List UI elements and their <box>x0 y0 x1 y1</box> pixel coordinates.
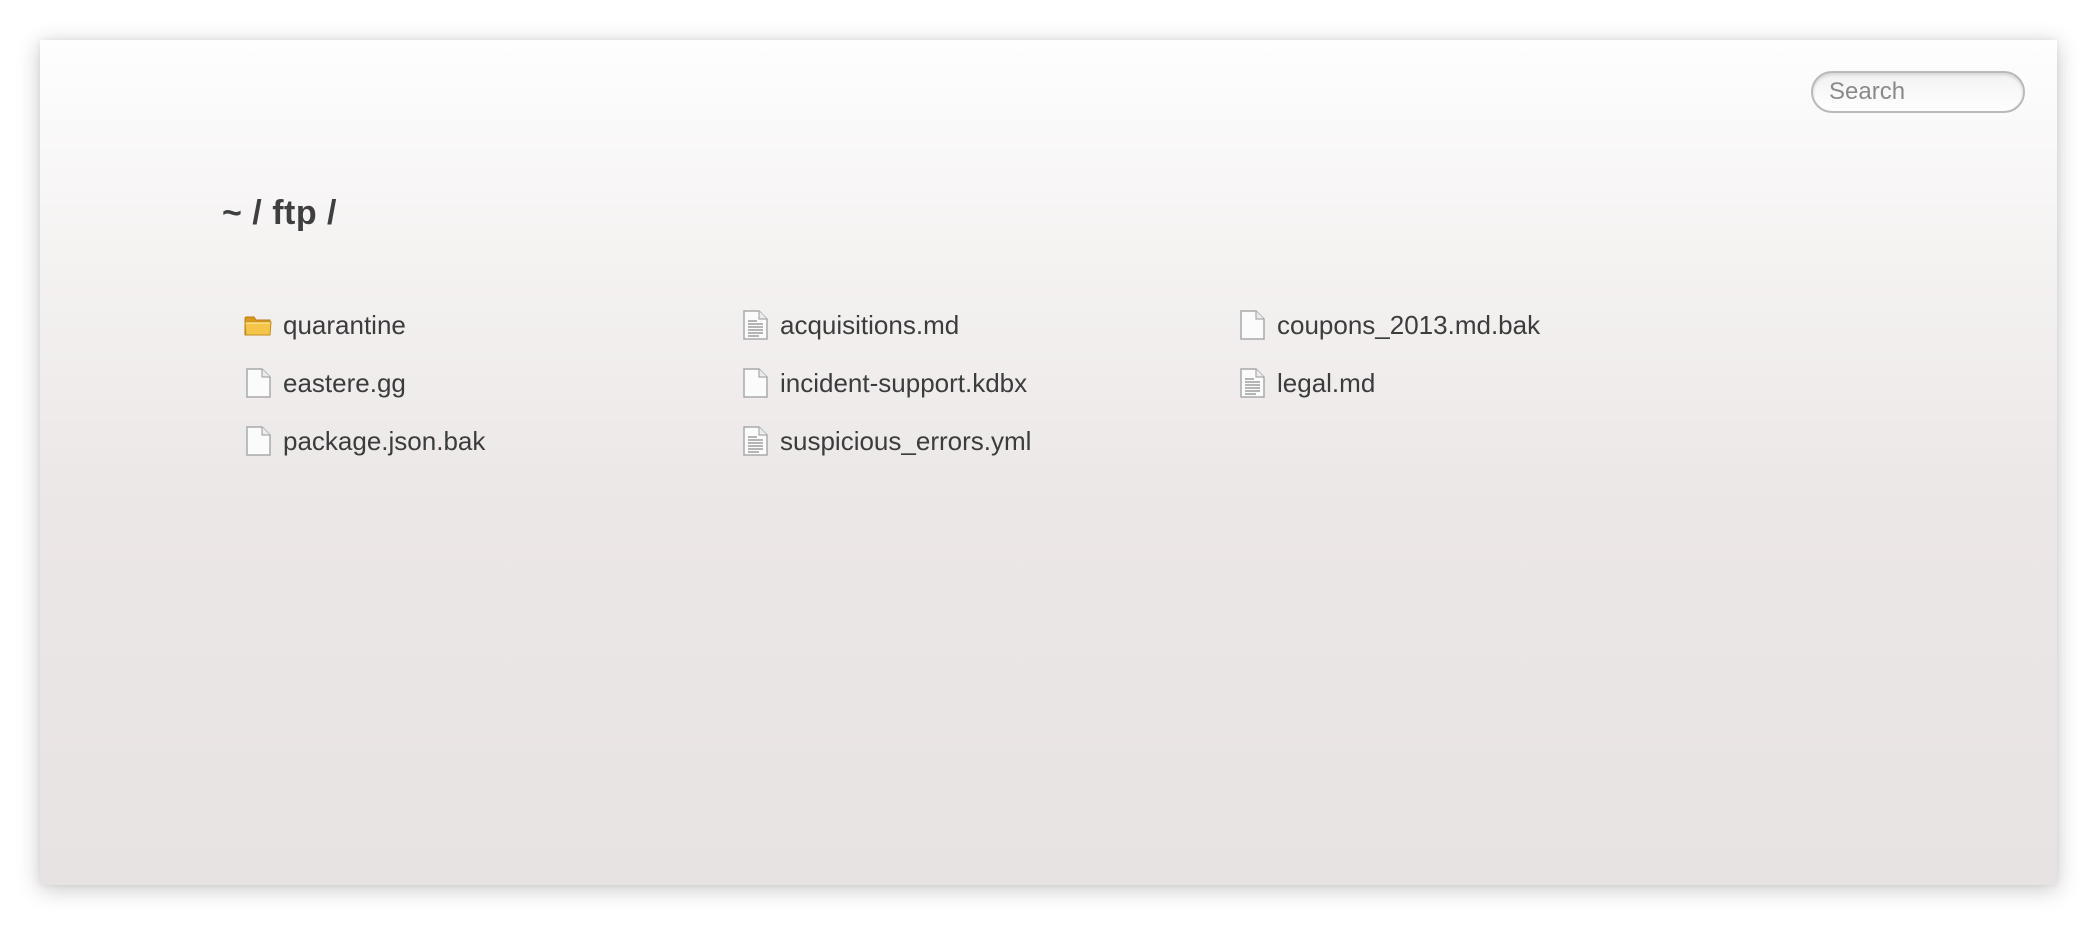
file-listing: quarantine acquisitions.md coupons_2013.… <box>243 296 1734 470</box>
file-icon <box>243 425 273 457</box>
file-name: suspicious_errors.yml <box>780 425 1032 456</box>
file-name: acquisitions.md <box>780 309 960 340</box>
file-name: incident-support.kdbx <box>780 367 1028 398</box>
ftp-directory-window: ~ / ftp / quarantine <box>40 40 2057 885</box>
list-item-file[interactable]: incident-support.kdbx <box>740 354 1237 412</box>
file-name: package.json.bak <box>283 425 486 456</box>
list-item-folder[interactable]: quarantine <box>243 296 740 354</box>
breadcrumb: ~ / ftp / <box>222 194 337 232</box>
list-item-file[interactable]: eastere.gg <box>243 354 740 412</box>
file-icon <box>243 367 273 399</box>
list-item-file[interactable]: legal.md <box>1237 354 1734 412</box>
text-file-icon <box>1237 367 1267 399</box>
file-name: quarantine <box>283 309 406 340</box>
list-item-file[interactable]: suspicious_errors.yml <box>740 412 1237 470</box>
file-icon <box>740 367 770 399</box>
list-item-file[interactable]: acquisitions.md <box>740 296 1237 354</box>
file-icon <box>1237 309 1267 341</box>
list-item-file[interactable]: coupons_2013.md.bak <box>1237 296 1734 354</box>
folder-icon <box>243 309 273 341</box>
text-file-icon <box>740 425 770 457</box>
file-name: legal.md <box>1277 367 1376 398</box>
text-file-icon <box>740 309 770 341</box>
file-name: coupons_2013.md.bak <box>1277 309 1541 340</box>
search-input[interactable] <box>1811 71 2025 113</box>
file-name: eastere.gg <box>283 367 406 398</box>
list-item-file[interactable]: package.json.bak <box>243 412 740 470</box>
